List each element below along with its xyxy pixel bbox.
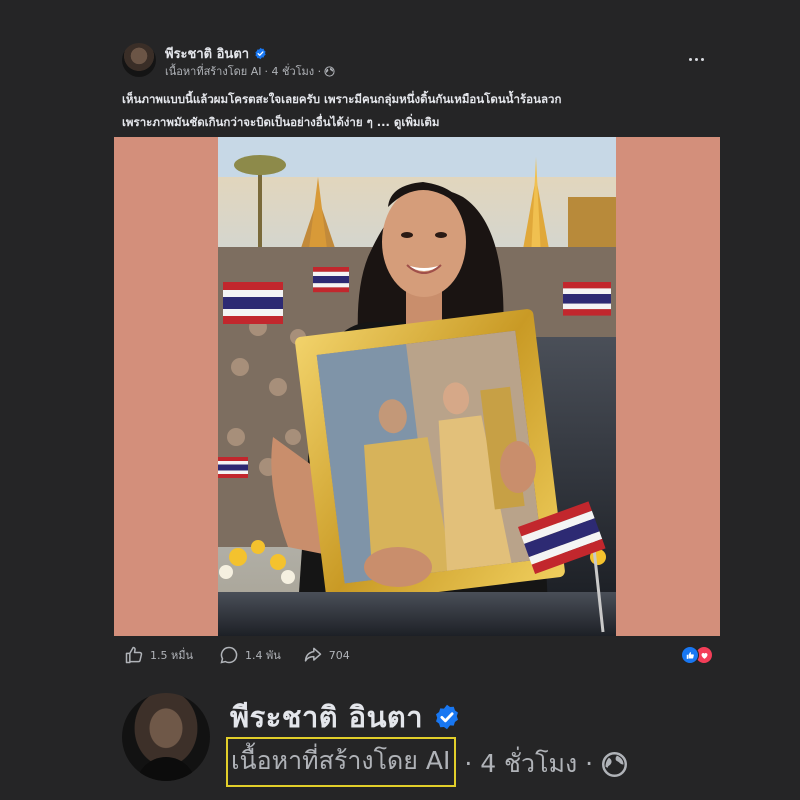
caption-line-2: เพราะภาพมันชัดเกินกว่าจะบิดเป็นอย่างอื่น…	[122, 115, 440, 129]
share-count: 704	[328, 648, 350, 662]
verified-badge-icon	[255, 47, 266, 60]
author-avatar-zoomed[interactable]	[122, 693, 210, 781]
more-options-button[interactable]	[686, 52, 706, 66]
globe-icon	[324, 65, 335, 77]
verified-badge-icon	[436, 704, 458, 730]
comment-button[interactable]: 1.4 พัน	[219, 645, 281, 665]
thumbs-up-icon	[125, 646, 143, 664]
see-more-link[interactable]: ดูเพิ่มเติม	[394, 115, 440, 129]
globe-icon	[602, 751, 628, 777]
reaction-emoji-stack[interactable]	[681, 646, 713, 664]
more-options-icon	[688, 57, 692, 61]
share-button[interactable]: 704	[303, 645, 350, 665]
author-avatar[interactable]	[122, 43, 156, 77]
author-row-zoomed: พีระชาติ อินตา	[230, 694, 461, 740]
caption-line-1: เห็นภาพแบบนี้แล้วผมโครตสะใจเลยครับ เพราะ…	[122, 92, 562, 106]
comment-count: 1.4 พัน	[245, 649, 281, 662]
comment-icon	[220, 646, 238, 664]
post-time-zoomed[interactable]: · 4 ชั่วโมง ·	[464, 744, 593, 784]
like-reaction-icon	[681, 646, 699, 664]
post-image-container[interactable]	[114, 137, 720, 636]
post-photo-illustration	[218, 137, 616, 636]
reaction-bar: 1.5 หมื่น 1.4 พัน 704	[124, 645, 350, 665]
post-time[interactable]: · 4 ชั่วโมง ·	[265, 62, 322, 80]
ai-content-label[interactable]: เนื้อหาที่สร้างโดย AI	[165, 62, 262, 80]
like-count: 1.5 หมื่น	[150, 649, 194, 662]
post-meta-zoomed: เนื้อหาที่สร้างโดย AI · 4 ชั่วโมง ·	[226, 737, 628, 787]
share-icon	[304, 647, 322, 662]
post-meta: เนื้อหาที่สร้างโดย AI · 4 ชั่วโมง ·	[165, 62, 335, 80]
ai-content-label-highlighted[interactable]: เนื้อหาที่สร้างโดย AI	[226, 737, 457, 787]
author-row: พีระชาติ อินตา	[165, 43, 267, 64]
post-caption: เห็นภาพแบบนี้แล้วผมโครตสะใจเลยครับ เพราะ…	[122, 88, 682, 134]
post-photo[interactable]	[218, 137, 616, 636]
author-name-zoomed[interactable]: พีระชาติ อินตา	[230, 694, 423, 740]
facebook-post: พีระชาติ อินตา เนื้อหาที่สร้างโดย AI · 4…	[0, 0, 800, 800]
author-name[interactable]: พีระชาติ อินตา	[165, 43, 249, 64]
like-button[interactable]: 1.5 หมื่น	[124, 645, 193, 665]
